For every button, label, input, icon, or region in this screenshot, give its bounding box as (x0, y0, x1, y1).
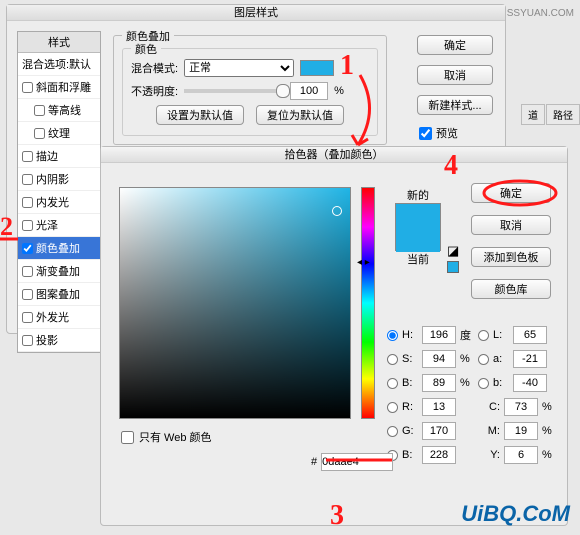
checkbox-satin[interactable] (22, 220, 33, 231)
hex-row: # (311, 453, 393, 471)
blend-mode-select[interactable]: 正常 (184, 59, 294, 77)
hue-indicator-icon: ◂ ▸ (357, 257, 370, 268)
picker-cancel-button[interactable]: 取消 (471, 215, 551, 235)
color-picker-window: 拾色器（叠加颜色） ◂ ▸ 新的 当前 ◪ 确定 取消 添加到色板 颜色库 H:… (100, 146, 568, 526)
sidebar-item-inner-glow[interactable]: 内发光 (18, 191, 100, 214)
sidebar-item-outer-glow[interactable]: 外发光 (18, 306, 100, 329)
opacity-label: 不透明度: (131, 83, 178, 99)
set-default-button[interactable]: 设置为默认值 (156, 105, 244, 125)
panel-tabs: 道 路径 (521, 104, 580, 125)
picker-ok-button[interactable]: 确定 (471, 183, 551, 203)
l-input[interactable] (513, 326, 547, 344)
color-field[interactable] (119, 187, 351, 419)
new-label: 新的 (395, 187, 441, 203)
tab-paths[interactable]: 路径 (546, 104, 580, 125)
web-only-label: 只有 Web 颜色 (139, 429, 212, 445)
sidebar-blending-options[interactable]: 混合选项:默认 (18, 53, 100, 76)
checkbox-drop-shadow[interactable] (22, 335, 33, 346)
checkbox-color-overlay[interactable] (22, 243, 33, 254)
add-swatch-button[interactable]: 添加到色板 (471, 247, 551, 267)
web-only-checkbox[interactable] (121, 431, 134, 444)
sidebar-item-stroke[interactable]: 描边 (18, 145, 100, 168)
checkbox-inner-shadow[interactable] (22, 174, 33, 185)
tab-channels[interactable]: 道 (521, 104, 545, 125)
reset-default-button[interactable]: 复位为默认值 (256, 105, 344, 125)
s-input[interactable] (422, 350, 456, 368)
opacity-input[interactable] (290, 82, 328, 100)
hue-slider[interactable] (361, 187, 375, 419)
cube-icon[interactable]: ◪ (447, 243, 459, 259)
picker-buttons: 确定 取消 添加到色板 颜色库 (471, 183, 551, 299)
preview-label: 预览 (436, 125, 458, 141)
checkbox-contour[interactable] (34, 105, 45, 116)
new-color-swatch[interactable] (396, 204, 440, 228)
preview-checkbox[interactable] (419, 127, 432, 140)
opacity-slider[interactable] (184, 89, 284, 93)
checkbox-texture[interactable] (34, 128, 45, 139)
ok-button[interactable]: 确定 (417, 35, 493, 55)
checkbox-inner-glow[interactable] (22, 197, 33, 208)
new-style-button[interactable]: 新建样式... (417, 95, 493, 115)
sidebar-item-contour[interactable]: 等高线 (18, 99, 100, 122)
new-current-swatch: 新的 当前 (395, 187, 441, 267)
sidebar-item-drop-shadow[interactable]: 投影 (18, 329, 100, 352)
web-only-row: 只有 Web 颜色 (121, 429, 212, 445)
color-overlay-group: 颜色叠加 颜色 混合模式: 正常 不透明度: % 设置为默认值 复位为默认值 (113, 35, 387, 145)
sidebar-item-gradient-overlay[interactable]: 渐变叠加 (18, 260, 100, 283)
radio-lab-b[interactable] (478, 378, 489, 389)
radio-h[interactable] (387, 330, 398, 341)
sidebar-item-bevel[interactable]: 斜面和浮雕 (18, 76, 100, 99)
layer-style-buttons: 确定 取消 新建样式... 预览 (417, 35, 493, 141)
c-input[interactable] (504, 398, 538, 416)
color-lib-button[interactable]: 颜色库 (471, 279, 551, 299)
a-input[interactable] (513, 350, 547, 368)
radio-g[interactable] (387, 426, 398, 437)
opacity-unit: % (334, 85, 344, 97)
current-color-swatch[interactable] (396, 228, 440, 252)
color-swatch[interactable] (300, 60, 334, 76)
radio-s[interactable] (387, 354, 398, 365)
layer-style-title: 图层样式 (7, 5, 505, 21)
r-input[interactable] (422, 398, 456, 416)
picker-title: 拾色器（叠加颜色） (101, 147, 567, 163)
current-label: 当前 (395, 251, 441, 267)
checkbox-stroke[interactable] (22, 151, 33, 162)
blend-mode-label: 混合模式: (131, 60, 178, 76)
color-values: H:度 L: S:% a: B:% b: R: C:% G: M:% B: Y:… (387, 323, 557, 467)
sidebar-item-pattern-overlay[interactable]: 图案叠加 (18, 283, 100, 306)
sidebar-item-satin[interactable]: 光泽 (18, 214, 100, 237)
cancel-button[interactable]: 取消 (417, 65, 493, 85)
blue-input[interactable] (422, 446, 456, 464)
g-input[interactable] (422, 422, 456, 440)
styles-sidebar: 样式 混合选项:默认 斜面和浮雕 等高线 纹理 描边 内阴影 内发光 光泽 颜色… (17, 31, 101, 353)
checkbox-pattern-overlay[interactable] (22, 289, 33, 300)
checkbox-bevel[interactable] (22, 82, 33, 93)
radio-b[interactable] (387, 378, 398, 389)
radio-a[interactable] (478, 354, 489, 365)
checkbox-gradient-overlay[interactable] (22, 266, 33, 277)
radio-r[interactable] (387, 402, 398, 413)
m-input[interactable] (504, 422, 538, 440)
sidebar-item-color-overlay[interactable]: 颜色叠加 (18, 237, 100, 260)
hex-input[interactable] (321, 453, 393, 471)
watermark-bottom: UiBQ.CoM (461, 501, 570, 527)
sidebar-header: 样式 (18, 32, 100, 53)
h-input[interactable] (422, 326, 456, 344)
labb-input[interactable] (513, 374, 547, 392)
bb-input[interactable] (422, 374, 456, 392)
sidebar-item-texture[interactable]: 纹理 (18, 122, 100, 145)
y-input[interactable] (504, 446, 538, 464)
overlay-inner-label: 颜色 (131, 41, 161, 57)
sidebar-item-inner-shadow[interactable]: 内阴影 (18, 168, 100, 191)
color-field-cursor[interactable] (332, 206, 342, 216)
hex-hash: # (311, 456, 317, 468)
checkbox-outer-glow[interactable] (22, 312, 33, 323)
radio-l[interactable] (478, 330, 489, 341)
small-swatch[interactable] (447, 261, 459, 273)
